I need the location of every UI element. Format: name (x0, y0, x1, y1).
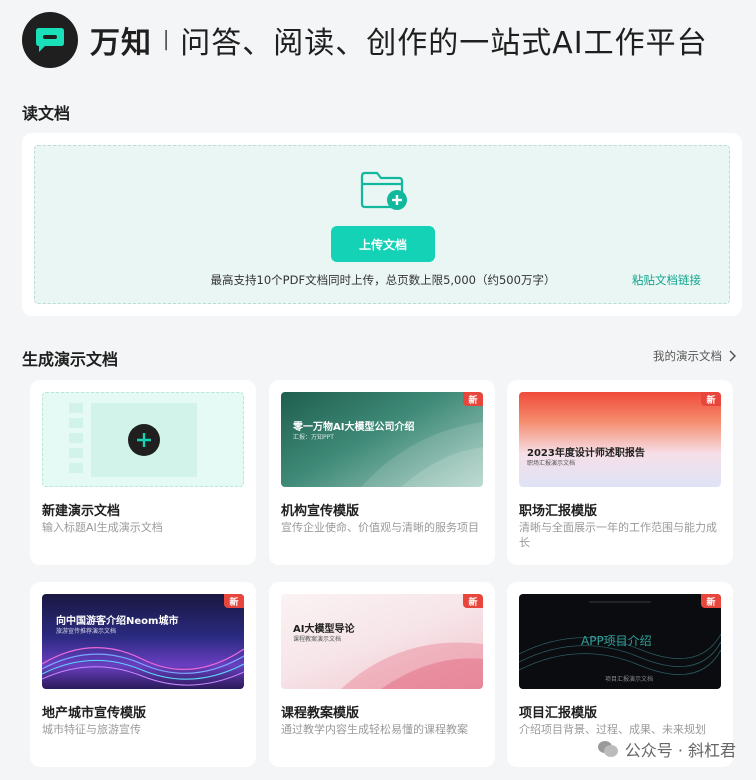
new-badge: 新 (463, 594, 483, 608)
upload-document-button[interactable]: 上传文档 (331, 226, 435, 262)
new-badge: 新 (463, 392, 483, 406)
thumb-sub: 职场汇报演示文档 (527, 460, 576, 467)
thumb-sub: 汇报：万知PPT (293, 434, 334, 441)
thumb-sub: 旅游宣传推荐演示文档 (56, 628, 117, 635)
card-title: 地产城市宣传模版 (42, 706, 147, 721)
city-template-card[interactable]: 向中国游客介绍Neom城市 旅游宣传推荐演示文档 新 地产城市宣传模版 城市特征… (30, 582, 256, 767)
thumb-sub: 课程教案演示文档 (293, 636, 342, 643)
card-desc: 宣传企业使命、价值观与清晰的服务项目 (281, 521, 479, 534)
card-desc: 城市特征与旅游宣传 (42, 723, 141, 736)
watermark-text: 公众号 · 斜杠君 (624, 741, 736, 760)
new-presentation-card[interactable]: 新建演示文档 输入标题AI生成演示文档 (30, 380, 256, 565)
card-title: 机构宣传模版 (281, 504, 360, 519)
org-template-thumb: 零一万物AI大模型公司介绍 汇报：万知PPT 新 (281, 392, 483, 487)
page-header: 万知 I 问答、阅读、创作的一站式AI工作平台 (22, 12, 708, 68)
card-title: 项目汇报模版 (519, 706, 598, 721)
course-template-thumb: AI大模型导论 课程教案演示文档 新 (281, 594, 483, 689)
chat-bubble-icon (36, 28, 64, 52)
card-title: 课程教案模版 (281, 706, 360, 721)
thumb-title: APP项目介绍 (581, 634, 652, 648)
upload-card: 上传文档 最高支持10个PDF文档同时上传，总页数上限5,000（约500万字）… (22, 133, 742, 316)
upload-dropzone[interactable]: 上传文档 最高支持10个PDF文档同时上传，总页数上限5,000（约500万字）… (34, 145, 730, 304)
header-slogan: 问答、阅读、创作的一站式AI工作平台 (180, 26, 708, 61)
chevron-right-icon (729, 350, 736, 362)
brand-name: 万知 (90, 26, 152, 61)
card-desc: 输入标题AI生成演示文档 (42, 521, 163, 534)
new-presentation-thumb (42, 392, 244, 487)
folder-add-icon (360, 171, 407, 210)
project-report-thumb: APP项目介绍 项目汇报演示文档 新 (519, 594, 721, 689)
my-presentations-link[interactable]: 我的演示文档 (653, 348, 736, 364)
wechat-watermark: 公众号 · 斜杠君 (597, 737, 736, 761)
card-desc: 介绍项目背景、过程、成果、未来规划 (519, 723, 706, 736)
new-badge: 新 (224, 594, 244, 608)
card-title: 新建演示文档 (42, 504, 121, 519)
thumb-title: 向中国游客介绍Neom城市 (56, 616, 179, 627)
new-badge: 新 (701, 392, 721, 406)
header-separator: I (162, 23, 171, 57)
wanzhi-logo[interactable] (22, 12, 78, 68)
new-badge: 新 (701, 594, 721, 608)
course-template-card[interactable]: AI大模型导论 课程教案演示文档 新 课程教案模版 通过教学内容生成轻松易懂的课… (269, 582, 495, 767)
card-desc: 清晰与全面展示一年的工作范围与能力成长 (519, 521, 717, 549)
thumb-title: 2023年度设计师述职报告 (527, 448, 645, 459)
wechat-icon (597, 741, 618, 757)
my-presentations-label: 我的演示文档 (653, 349, 722, 363)
card-desc: 通过教学内容生成轻松易懂的课程教案 (281, 723, 468, 736)
thumb-title: 零一万物AI大模型公司介绍 (293, 422, 415, 433)
present-section-title: 生成演示文档 (22, 350, 119, 369)
upload-hint: 最高支持10个PDF文档同时上传，总页数上限5,000（约500万字） (210, 273, 556, 287)
work-report-card[interactable]: 2023年度设计师述职报告 职场汇报演示文档 新 职场汇报模版 清晰与全面展示一… (507, 380, 733, 565)
slide-placeholder-graphic (69, 403, 197, 477)
org-template-card[interactable]: 零一万物AI大模型公司介绍 汇报：万知PPT 新 机构宣传模版 宣传企业使命、价… (269, 380, 495, 565)
thumb-sub: 项目汇报演示文档 (605, 676, 654, 683)
city-template-thumb: 向中国游客介绍Neom城市 旅游宣传推荐演示文档 新 (42, 594, 244, 689)
work-report-thumb: 2023年度设计师述职报告 职场汇报演示文档 新 (519, 392, 721, 487)
card-title: 职场汇报模版 (519, 504, 598, 519)
thumb-title: AI大模型导论 (293, 624, 355, 635)
light-wave-graphic (42, 647, 244, 686)
paste-link[interactable]: 粘贴文档链接 (632, 272, 701, 288)
read-section-title: 读文档 (22, 104, 71, 123)
